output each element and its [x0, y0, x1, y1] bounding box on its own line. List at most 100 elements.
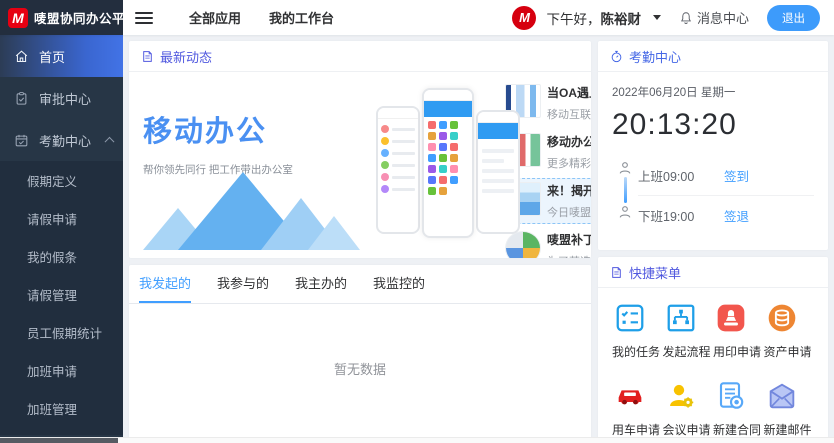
sidebar-item-attendance-center[interactable]: 考勤中心 — [0, 119, 123, 161]
tab-participated-by-me[interactable]: 我参与的 — [217, 265, 269, 303]
clock-out-label: 下班19:00 — [638, 206, 724, 225]
logo-block: M 唛盟协同办公平台 — [0, 0, 123, 35]
quick-menu-title: 快捷菜单 — [629, 263, 681, 282]
quick-item-label: 会议申请 — [663, 421, 711, 438]
main-content: 最新动态 移动办公 帮你领先同行 把工作带出办公室 — [123, 35, 834, 443]
sidebar-item-approval-center[interactable]: 审批中心 — [0, 77, 123, 119]
quick-item-start-workflow[interactable]: 发起流程 — [663, 302, 714, 360]
message-center[interactable]: 消息中心 — [679, 8, 749, 27]
news-title: 当OA遇上云-整个协同OA — [547, 84, 591, 101]
top-nav: 全部应用 我的工作台 — [189, 8, 334, 27]
top-header: M 唛盟协同办公平台 全部应用 我的工作台 M 下午好，陈裕财 消息中心 退出 — [0, 0, 834, 35]
nav-my-workbench[interactable]: 我的工作台 — [269, 8, 334, 27]
news-panel-title: 最新动态 — [160, 47, 212, 66]
home-icon — [14, 49, 29, 64]
person-icon — [617, 204, 633, 220]
sidebar-item-label: 审批中心 — [39, 89, 91, 108]
scrollbar-thumb[interactable] — [0, 438, 118, 443]
sidebar-subitem-leave-management[interactable]: 请假管理 — [0, 277, 123, 315]
quick-item-meeting-request[interactable]: 会议申请 — [663, 380, 714, 438]
quick-item-seal-request[interactable]: 用印申请 — [713, 302, 764, 360]
chevron-up-icon — [105, 137, 115, 147]
meeting-icon — [665, 380, 697, 412]
quick-menu-grid: 我的任务 发起流程 用印申请 资产申请 — [598, 288, 828, 438]
news-panel-header: 最新动态 — [129, 41, 591, 72]
promo-headline: 移动办公 — [143, 108, 368, 150]
clock-out-row: 下班19:00 签退 — [638, 195, 814, 234]
my-tasks-panel: 我发起的 我参与的 我主办的 我监控的 暂无数据 — [129, 265, 591, 443]
sidebar-subitem-overtime-request[interactable]: 加班申请 — [0, 353, 123, 391]
quick-item-my-tasks[interactable]: 我的任务 — [612, 302, 663, 360]
tasks-tabs: 我发起的 我参与的 我主办的 我监控的 — [129, 265, 591, 304]
phone-mockup-right — [476, 110, 520, 234]
chevron-down-icon[interactable] — [653, 15, 661, 20]
brand-logo-icon: M — [8, 8, 28, 28]
quick-item-label: 新建邮件 — [764, 421, 812, 438]
tab-initiated-by-me[interactable]: 我发起的 — [139, 265, 191, 303]
quick-item-vehicle-request[interactable]: 用车申请 — [612, 380, 663, 438]
hamburger-menu-icon[interactable] — [135, 12, 153, 24]
sidebar-subitem-employee-leave-stats[interactable]: 员工假期统计 — [0, 315, 123, 353]
quick-menu-header: 快捷菜单 — [598, 257, 828, 288]
clock-out-link[interactable]: 签退 — [724, 206, 749, 225]
sidebar: 首页 审批中心 考勤中心 假期定义 请假申请 我的假条 请假管理 员工假期统计 … — [0, 35, 123, 437]
user-avatar[interactable]: M — [512, 6, 536, 30]
tab-monitored-by-me[interactable]: 我监控的 — [373, 265, 425, 303]
news-subtitle: 为了营造更好的客户体验，唛 — [547, 253, 591, 258]
clock-in-row: 上班09:00 签到 — [638, 156, 814, 195]
clock-in-link[interactable]: 签到 — [724, 166, 749, 185]
app-title: 唛盟协同办公平台 — [34, 8, 138, 27]
sidebar-subitem-overtime-management[interactable]: 加班管理 — [0, 391, 123, 429]
calendar-icon — [14, 133, 29, 148]
sidebar-subitem-my-leave-notes[interactable]: 我的假条 — [0, 239, 123, 277]
news-title: 移动办公，让世界触手可 — [547, 133, 591, 150]
attendance-timeline: 上班09:00 签到 下班19:00 签退 — [612, 156, 814, 234]
tab-hosted-by-me[interactable]: 我主办的 — [295, 265, 347, 303]
timeline-rail — [612, 156, 638, 234]
message-center-label: 消息中心 — [697, 8, 749, 27]
workflow-icon — [665, 302, 697, 334]
car-icon — [614, 380, 646, 412]
horizontal-scrollbar[interactable] — [0, 437, 834, 443]
contract-icon — [715, 380, 747, 412]
phone-mockup-center — [422, 88, 474, 238]
stamp-icon — [715, 302, 747, 334]
attendance-panel: 考勤中心 2022年06月20日 星期一 20:13:20 上班09:0 — [598, 41, 828, 250]
user-name: 陈裕财 — [600, 12, 641, 27]
news-thumbnail — [505, 231, 541, 258]
quick-item-label: 我的任务 — [612, 343, 660, 360]
sidebar-subitem-leave-request[interactable]: 请假申请 — [0, 201, 123, 239]
document-icon — [141, 50, 154, 63]
sidebar-item-label: 考勤中心 — [39, 131, 91, 150]
news-subtitle: 移动互联的到来，让OA与云 — [547, 106, 591, 122]
attendance-date: 2022年06月20日 星期一 — [612, 84, 814, 100]
phones-graphic — [374, 80, 494, 250]
clock-in-label: 上班09:00 — [638, 166, 724, 185]
attendance-panel-title: 考勤中心 — [629, 47, 681, 66]
document-icon — [610, 266, 623, 279]
quick-item-new-mail[interactable]: 新建邮件 — [764, 380, 815, 438]
quick-item-new-contract[interactable]: 新建合同 — [713, 380, 764, 438]
attendance-clock: 20:13:20 — [612, 108, 814, 142]
quick-item-label: 发起流程 — [663, 343, 711, 360]
sidebar-subitem-holiday-definition[interactable]: 假期定义 — [0, 163, 123, 201]
person-icon — [617, 160, 633, 176]
logout-button[interactable]: 退出 — [767, 5, 820, 31]
attendance-panel-header: 考勤中心 — [598, 41, 828, 72]
user-greeting[interactable]: 下午好，陈裕财 — [546, 8, 641, 28]
greeting-prefix: 下午好， — [546, 12, 600, 27]
sidebar-item-home[interactable]: 首页 — [0, 35, 123, 77]
bell-icon — [679, 11, 693, 25]
empty-state-text: 暂无数据 — [129, 304, 591, 378]
oa-platform-app: M 唛盟协同办公平台 全部应用 我的工作台 M 下午好，陈裕财 消息中心 退出 … — [0, 0, 834, 443]
mountains-graphic — [143, 172, 358, 250]
stopwatch-icon — [610, 50, 623, 63]
news-body: 移动办公 帮你领先同行 把工作带出办公室 — [129, 72, 591, 258]
quick-item-label: 用印申请 — [713, 343, 761, 360]
assets-icon — [766, 302, 798, 334]
quick-item-asset-request[interactable]: 资产申请 — [764, 302, 815, 360]
quick-item-label: 资产申请 — [764, 343, 812, 360]
nav-all-apps[interactable]: 全部应用 — [189, 8, 241, 27]
quick-item-label: 新建合同 — [713, 421, 761, 438]
news-subtitle: 今日唛盟团队正在加班加点， — [547, 204, 591, 220]
